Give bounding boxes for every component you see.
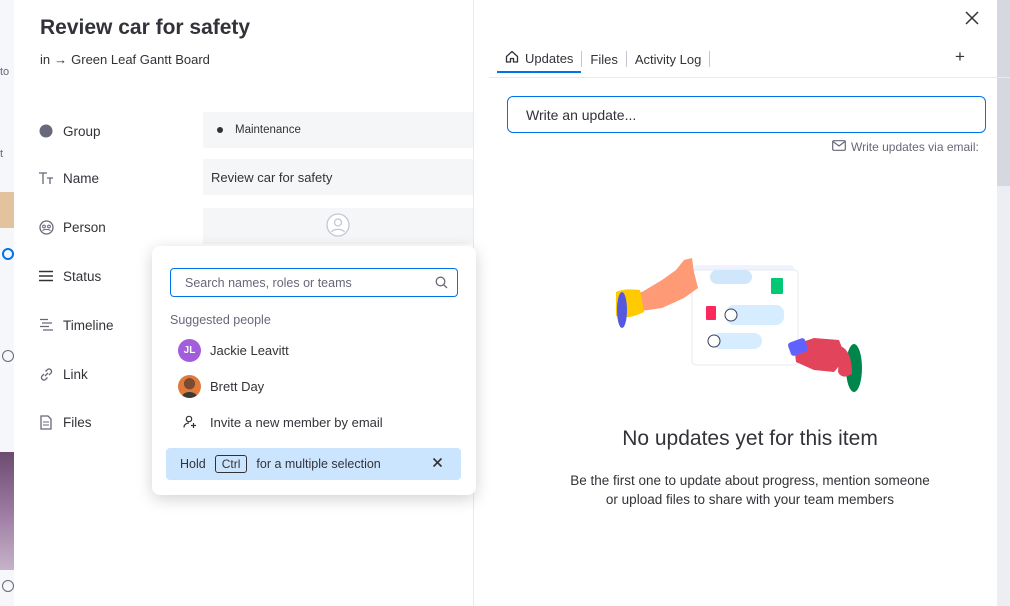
text-type-icon (38, 170, 54, 186)
person-value[interactable] (203, 208, 473, 244)
name-input[interactable]: Review car for safety (203, 159, 473, 195)
status-icon (38, 268, 54, 284)
person-search-field[interactable] (170, 268, 458, 297)
empty-state-line: Be the first one to update about progres… (570, 473, 930, 488)
ctrl-key-badge: Ctrl (214, 455, 248, 473)
empty-state-line: or upload files to share with your team … (605, 492, 895, 507)
group-value[interactable]: Maintenance (203, 112, 473, 148)
hint-prefix: Hold (180, 457, 206, 471)
background-board-edge: to t (0, 0, 14, 606)
background-board-edge-right (997, 0, 1010, 606)
tab-updates-label: Updates (525, 50, 574, 66)
field-label-group: Group (63, 123, 101, 139)
person-name: Jackie Leavitt (210, 342, 289, 358)
tab-divider (709, 51, 711, 67)
invite-member-label: Invite a new member by email (210, 414, 383, 430)
group-color-dot (217, 127, 223, 133)
tabs-divider (489, 77, 1010, 78)
add-person-icon (178, 415, 201, 429)
field-row-name: Name Review car for safety (38, 159, 473, 197)
tab-bar: Updates Files Activity Log (497, 44, 711, 74)
item-title[interactable]: Review car for safety (40, 16, 250, 40)
empty-state-illustration (614, 250, 874, 400)
home-icon (505, 50, 519, 66)
write-update-input[interactable]: Write an update... (507, 96, 986, 133)
search-icon (435, 276, 448, 292)
field-label-timeline: Timeline (63, 317, 114, 333)
mail-icon (832, 140, 846, 154)
tab-activity-log[interactable]: Activity Log (627, 45, 709, 73)
background-row (0, 192, 14, 228)
empty-state-description: Be the first one to update about progres… (489, 471, 1010, 509)
avatar: JL (178, 338, 201, 362)
suggested-person-jackie[interactable]: JL Jackie Leavitt (178, 338, 289, 362)
suggested-people-heading: Suggested people (170, 313, 271, 327)
tab-activity-log-label: Activity Log (634, 51, 702, 67)
avatar (178, 374, 201, 398)
group-icon (38, 123, 54, 139)
field-label-person: Person (63, 219, 106, 235)
hint-suffix: for a multiple selection (256, 457, 381, 471)
close-panel-button[interactable] (962, 8, 982, 28)
multi-select-hint: Hold Ctrl for a multiple selection (166, 448, 461, 480)
person-avatar-icon (326, 212, 350, 240)
suggested-person-brett[interactable]: Brett Day (178, 374, 264, 398)
tab-files[interactable]: Files (582, 45, 625, 73)
field-label-link: Link (63, 366, 88, 382)
invite-member-option[interactable]: Invite a new member by email (178, 410, 383, 434)
tab-files-label: Files (590, 51, 618, 67)
field-row-person: Person (38, 208, 473, 246)
link-icon (38, 366, 54, 382)
background-overlay (997, 0, 1010, 186)
person-column-icon (38, 219, 54, 235)
field-row-group: Group Maintenance (38, 112, 473, 150)
background-icon (2, 248, 14, 260)
person-name: Brett Day (210, 378, 265, 394)
person-picker-dropdown: Suggested people JL Jackie Leavitt Brett… (152, 246, 476, 495)
breadcrumb-prefix: in (40, 52, 51, 67)
tab-updates[interactable]: Updates (497, 45, 582, 73)
background-text: t (0, 148, 4, 160)
close-icon[interactable] (432, 457, 443, 471)
field-label-name: Name (63, 170, 100, 186)
field-label-files: Files (63, 414, 92, 430)
background-image (0, 452, 14, 570)
group-value-text: Maintenance (235, 124, 301, 136)
close-icon (965, 11, 979, 25)
field-label-status: Status (63, 268, 102, 284)
background-text: to (0, 66, 10, 78)
timeline-icon (38, 317, 54, 333)
breadcrumb-board-link[interactable]: Green Leaf Gantt Board (71, 52, 210, 67)
person-search-input[interactable] (185, 275, 425, 290)
file-icon (38, 414, 54, 430)
add-view-button[interactable]: + (955, 47, 965, 67)
arrow-right-icon: → (54, 52, 68, 67)
breadcrumb: in → Green Leaf Gantt Board (40, 52, 214, 67)
empty-state-title: No updates yet for this item (622, 427, 878, 450)
write-via-email-link[interactable]: Write updates via email: (832, 140, 979, 154)
background-icon (2, 350, 14, 362)
write-via-email-label: Write updates via email: (851, 140, 979, 154)
background-icon (2, 580, 14, 592)
